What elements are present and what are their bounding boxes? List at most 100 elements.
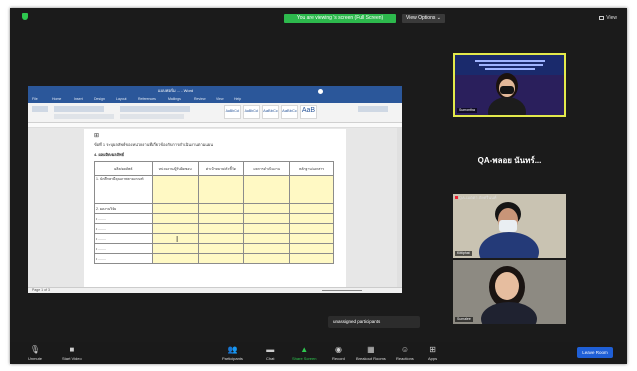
table-cell[interactable] (197, 203, 245, 214)
table-cell[interactable] (197, 253, 245, 264)
style-title[interactable]: AaB (300, 105, 317, 119)
document-page: ⊞ ข้อที่ 1 ระบุผลลัพธ์ของหน่วยงานที่เกี่… (84, 129, 346, 293)
meeting-toolbar: 🎙 Unmute ■ Start Video 👥 Participants ▬ Chat… (10, 342, 627, 364)
record-icon: ◉ (334, 345, 342, 354)
table-cell[interactable] (289, 213, 334, 224)
participant-video-1[interactable]: Sumontha (453, 53, 566, 117)
page-count: Page 1 of 3 (32, 288, 50, 292)
table-cell[interactable] (243, 223, 291, 234)
leave-room-button[interactable]: Leave Room (577, 347, 613, 358)
table-cell[interactable] (151, 223, 199, 234)
table-cell[interactable]: • ........ (94, 233, 153, 244)
top-bar: You are viewing 's screen (Full Screen) … (10, 8, 627, 26)
table-cell[interactable]: 1. นักศึกษามีคุณภาพตามเกณฑ์ (94, 175, 153, 204)
table-row: 1. นักศึกษามีคุณภาพตามเกณฑ์ (94, 175, 334, 204)
unmute-button[interactable]: 🎙 Unmute (28, 345, 42, 362)
breakout-rooms-button[interactable]: ▦ Breakout Rooms (356, 345, 386, 362)
word-status-bar: Page 1 of 3 (28, 287, 402, 293)
editing-group[interactable] (358, 106, 388, 112)
share-screen-button[interactable]: ▲ Share Screen (292, 346, 316, 362)
style-normal[interactable]: AaBbCcI (224, 105, 241, 119)
font-format-group[interactable] (54, 114, 114, 119)
font-selector[interactable] (54, 106, 104, 112)
table-cell[interactable] (151, 243, 199, 254)
table-cell[interactable] (151, 253, 199, 264)
table-cell[interactable] (289, 253, 334, 264)
start-video-button[interactable]: ■ Start Video (62, 345, 82, 362)
tab-mailings[interactable]: Mailings (168, 97, 181, 101)
section-heading: 4. ผลผลิต/ผลลัพธ์ (94, 152, 125, 157)
table-cell[interactable] (197, 223, 245, 234)
zoom-slider[interactable] (322, 290, 362, 291)
zoom-window: You are viewing 's screen (Full Screen) … (10, 8, 627, 364)
table-cell[interactable] (289, 175, 334, 204)
tab-insert[interactable]: Insert (74, 97, 83, 101)
table-cell[interactable] (197, 175, 245, 204)
view-button[interactable]: View (599, 14, 617, 23)
table-cell[interactable] (151, 213, 199, 224)
tab-file[interactable]: File (32, 97, 38, 101)
user-avatar[interactable] (318, 89, 323, 94)
reactions-button[interactable]: ☺ Reactions (396, 346, 414, 362)
table-header: หน่วยงาน/ผู้รับผิดชอบ (151, 161, 199, 176)
tab-layout[interactable]: Layout (116, 97, 127, 101)
participant-video-2[interactable]: QA-เมตตา ภัยศรีนนท์ Kittiphat (453, 194, 566, 258)
tab-design[interactable]: Design (94, 97, 105, 101)
vertical-scrollbar[interactable] (397, 128, 402, 288)
breakout-rooms-icon: ▦ (367, 345, 375, 354)
word-window-title: แบบฟอร์ม ... - Word (158, 88, 194, 93)
table-cell[interactable] (243, 253, 291, 264)
table-cell[interactable] (289, 223, 334, 234)
view-options-button[interactable]: View Options ⌄ (402, 14, 445, 23)
participant-name-tile[interactable]: QA-พลอย นันทร์... (453, 128, 566, 193)
table-cell[interactable] (243, 175, 291, 204)
chat-button[interactable]: ▬ Chat (266, 345, 275, 362)
table-cell[interactable]: • ........ (94, 213, 153, 224)
table-cell[interactable] (243, 243, 291, 254)
table-cell[interactable]: • ........ (94, 253, 153, 264)
video-off-icon: ■ (69, 345, 75, 354)
apps-button[interactable]: ⊞ Apps (428, 346, 437, 362)
table-cell[interactable]: • ........ (94, 223, 153, 234)
table-cell[interactable] (243, 233, 291, 244)
table-cell[interactable] (289, 203, 334, 214)
security-shield-icon[interactable] (22, 13, 28, 20)
paragraph-group[interactable] (120, 106, 190, 112)
table-cell[interactable] (151, 175, 199, 204)
tab-review[interactable]: Review (194, 97, 205, 101)
record-button[interactable]: ◉ Record (332, 345, 345, 362)
participant-video-3[interactable]: Sumalee (453, 260, 566, 324)
participant-name: Kittiphat (455, 251, 472, 256)
paste-icon[interactable] (32, 106, 48, 112)
style-heading1[interactable]: AaBbCc (262, 105, 279, 119)
table-cell[interactable] (197, 243, 245, 254)
chat-icon: ▬ (266, 345, 275, 354)
face-mask (499, 220, 517, 232)
table-cell[interactable] (197, 213, 245, 224)
table-cell[interactable] (289, 243, 334, 254)
style-heading2[interactable]: AaBbCc (281, 105, 298, 119)
table-header: ผลิต/ผลลัพธ์ (94, 161, 153, 176)
table-cell[interactable] (151, 203, 199, 214)
grid-icon (599, 15, 605, 20)
mic-muted-icon (455, 196, 458, 199)
table-cell[interactable] (289, 233, 334, 244)
alignment-group[interactable] (120, 114, 184, 119)
table-cell[interactable] (243, 213, 291, 224)
table-cell[interactable]: • ........ (94, 243, 153, 254)
tab-view[interactable]: View (216, 97, 224, 101)
tab-help[interactable]: Help (234, 97, 241, 101)
table-cell[interactable]: 2. ผลงานวิจัย (94, 203, 153, 214)
tab-home[interactable]: Home (52, 97, 61, 101)
participant-body (481, 302, 537, 324)
table-cell[interactable] (243, 203, 291, 214)
microphone-muted-icon: 🎙 (29, 345, 41, 354)
table-cell[interactable] (197, 233, 245, 244)
tab-references[interactable]: References (138, 97, 156, 101)
participants-icon: 👥 (227, 345, 238, 354)
table-row: • ........ (94, 223, 334, 234)
participant-body (488, 97, 526, 115)
style-no-spacing[interactable]: AaBbCcI (243, 105, 260, 119)
participants-button[interactable]: 👥 Participants (222, 345, 243, 362)
text-cursor-icon: I (176, 235, 179, 244)
